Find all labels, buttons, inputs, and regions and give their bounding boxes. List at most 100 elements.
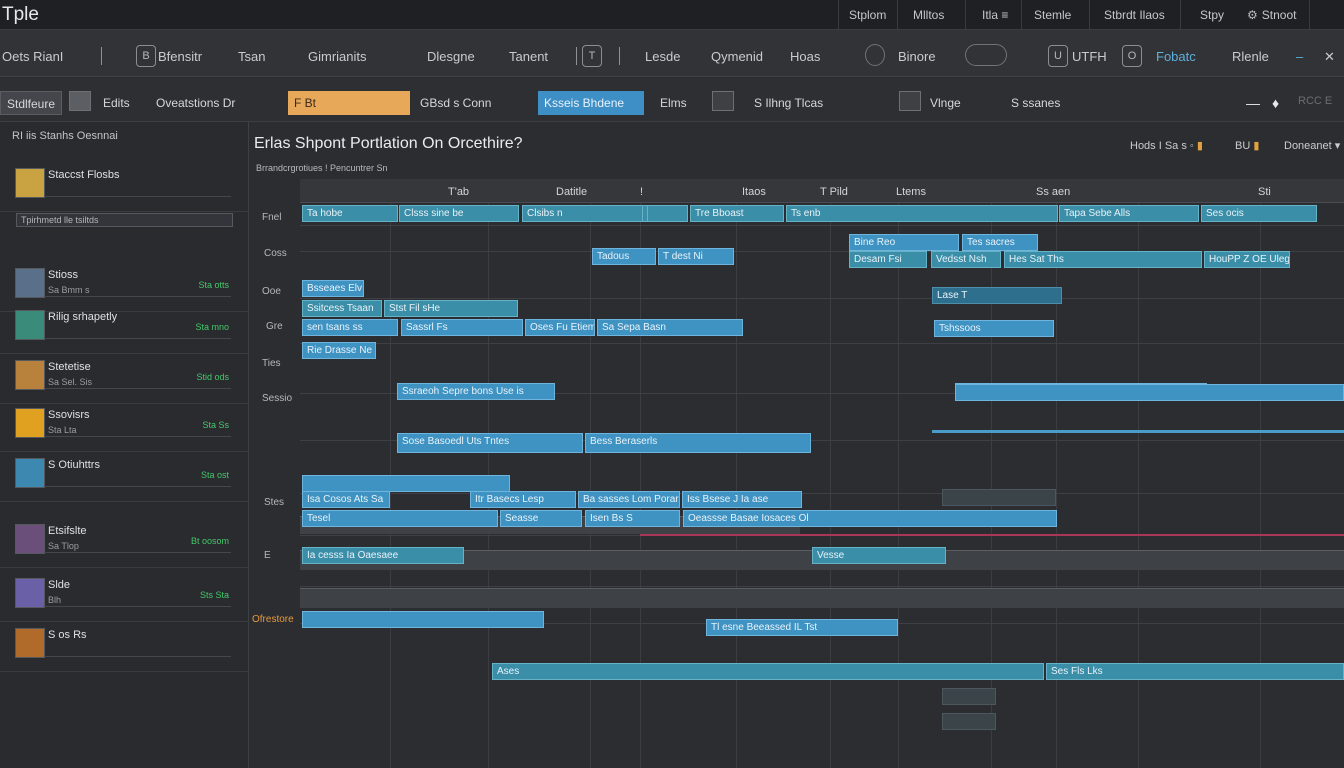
tab-binore[interactable]: Binore [898,49,936,64]
timeline-clip[interactable]: Tapa Sebe Alls [1059,205,1199,222]
tab-gimrianits[interactable]: Gimrianits [308,49,367,64]
track-item[interactable]: Stetetise Sa Sel. Sis Stid ods [0,354,249,404]
timeline-clip[interactable]: T dest Ni [658,248,734,265]
t-icon[interactable]: T [582,45,602,67]
gas-button[interactable]: GBsd s Conn [414,91,497,115]
tab-tsan[interactable]: Tsan [238,49,265,64]
elms-button[interactable]: Elms [654,91,693,115]
track-item[interactable]: Staccst Flosbs [0,162,249,212]
timeline-clip[interactable]: Sose Basoedl Uts Tntes [397,433,583,453]
timeline-clip[interactable]: Ts enb [786,205,1058,222]
timeline-clip[interactable]: Rie Drasse Ne [302,342,376,359]
timeline-clip[interactable]: Lase T [932,287,1062,304]
title-menu-stemle[interactable]: Stemle [1034,8,1071,22]
tab-bfensitr[interactable]: Bfensitr [158,49,202,64]
timeline-clip[interactable]: Isen Bs S [585,510,680,527]
timeline-clip[interactable]: Tadous [592,248,656,265]
timeline-clip[interactable] [302,475,510,492]
square-icon[interactable] [69,91,91,111]
toggle-icon[interactable] [965,44,1007,66]
blue-tool-button[interactable]: Ksseis Bhdene [538,91,644,115]
toolbar-first-button[interactable]: Stdlfeure [0,91,63,115]
tab-rlenle[interactable]: Rlenle [1232,49,1269,64]
timeline-clip[interactable]: Ba sasses Lom Porars [578,491,680,508]
timeline-clip[interactable]: Ssraeoh Sepre bons Use is [397,383,555,400]
track-item[interactable]: Slde Blh Sts Sta [0,572,249,622]
document-dropdown[interactable]: Doneanet ▾ [1284,139,1340,152]
timeline-clip[interactable]: Vesse [812,547,946,564]
timeline-clip[interactable]: Itr Basecs Lesp [470,491,576,508]
title-menu-stnoot[interactable]: ⚙ Stnoot [1247,8,1296,22]
minus-icon[interactable]: — [1246,95,1260,111]
timeline-clip[interactable]: Clsibs n [522,205,688,222]
cut-icon[interactable] [712,91,734,111]
timeline-clip[interactable]: Sa Sepa Basn [597,319,743,336]
track-item[interactable]: Rilig srhapetly Sta mno [0,304,249,354]
timeline-clip[interactable]: Bine Reo [849,234,959,251]
timeline-clip[interactable]: Tl esne Beeassed IL Tst [706,619,898,636]
timeline-clip[interactable] [942,489,1056,506]
tab-dlesgne[interactable]: Dlesgne [427,49,475,64]
timeline-clip[interactable]: Ia cesss Ia Oaesaee [302,547,464,564]
title-menu-itla[interactable]: Itla ≡ [982,8,1008,22]
timeline-clip[interactable] [955,384,1344,401]
overview-button[interactable]: Oveatstions Dr [150,91,241,115]
timeline-clip[interactable]: Oses Fu Etiemns ats [525,319,595,336]
timeline-clip[interactable]: Tre Bboast [690,205,784,222]
timeline-clip[interactable]: Ssitcess Tsaan [302,300,382,317]
track-item[interactable]: S os Rs [0,622,249,672]
u-icon[interactable]: U [1048,45,1068,67]
modes-label[interactable]: Hods I Sa s ◦ ▮ [1130,139,1203,152]
sidebar-filter-field[interactable]: Tpirhmetd lle tsiltds [16,213,233,227]
timeline-clip[interactable]: Ta hobe [302,205,398,222]
timeline-clip[interactable]: Bsseaes Elv [302,280,364,297]
timeline-clip[interactable]: Tshssoos [934,320,1054,337]
title-menu-stplom[interactable]: Stplom [849,8,886,22]
title-menu-stpy[interactable]: Stpy [1200,8,1224,22]
timeline-clip[interactable]: Stra Sine Bes [642,205,648,222]
timeline-clip[interactable]: Sassrl Fs [401,319,523,336]
o-icon[interactable]: O [1122,45,1142,67]
timeline-clip[interactable]: Iss Bsese J Ia ase [682,491,802,508]
stanes-button[interactable]: S ssanes [1005,91,1066,115]
track-item[interactable]: Etsifslte Sa Tlop Bt oosom [0,518,249,568]
timeline-clip[interactable]: Oeassse Basae Iosaces Ol [683,510,1057,527]
minimize-icon[interactable]: – [1296,49,1303,64]
timing-button[interactable]: S Ilhng Tlcas [748,91,829,115]
tab-oets-rianl[interactable]: Oets RianI [2,49,63,64]
timeline-clip[interactable]: Ses ocis [1201,205,1317,222]
timeline-clip[interactable] [942,688,996,705]
tab-hoas[interactable]: Hoas [790,49,820,64]
timeline-clip[interactable]: Desam Fsi [849,251,927,268]
b-icon[interactable]: B [136,45,156,67]
timeline-clip[interactable] [302,611,544,628]
expand-icon[interactable] [899,91,921,111]
timeline-clip[interactable]: Seasse [500,510,582,527]
timeline-clip[interactable]: Bess Beraserls [585,433,811,453]
timeline-clip[interactable]: Hes Sat Ths [1004,251,1202,268]
timeline-clip[interactable]: HouPP Z OE Ulege [1204,251,1290,268]
timeline-clip[interactable]: Ases [492,663,1044,680]
tab-utfh[interactable]: UTFH [1072,49,1107,64]
timeline-clip[interactable] [942,713,996,730]
record-icon[interactable] [865,44,885,66]
timeline-clip[interactable]: Stst Fil sHe [384,300,518,317]
tab-lesde[interactable]: Lesde [645,49,680,64]
title-menu-mlltos[interactable]: Mlltos [913,8,944,22]
timeline-clip[interactable]: Ses Fls Lks [1046,663,1344,680]
title-menu-stbrdt[interactable]: Stbrdt Ilaos [1104,8,1165,22]
star-icon[interactable]: ♦ [1272,95,1279,111]
bu-label[interactable]: BU ▮ [1235,139,1259,152]
orange-tool-button[interactable]: F Bt [288,91,410,115]
track-item[interactable]: S Otiuhttrs Sta ost [0,452,249,502]
timeline-clip[interactable]: sen tsans ss [302,319,398,336]
timeline-clip[interactable]: Isa Cosos Ats Sa [302,491,390,508]
timeline-clip[interactable]: Vedsst Nsh [931,251,1001,268]
timeline-clip[interactable]: Tes sacres [962,234,1038,251]
timeline-clip[interactable]: Tesel [302,510,498,527]
tab-fobatc[interactable]: Fobatc [1156,49,1196,64]
close-icon[interactable]: ✕ [1324,49,1335,65]
tab-tanent[interactable]: Tanent [509,49,548,64]
tab-qymenid[interactable]: Qymenid [711,49,763,64]
track-item[interactable]: Ssovisrs Sta Lta Sta Ss [0,402,249,452]
